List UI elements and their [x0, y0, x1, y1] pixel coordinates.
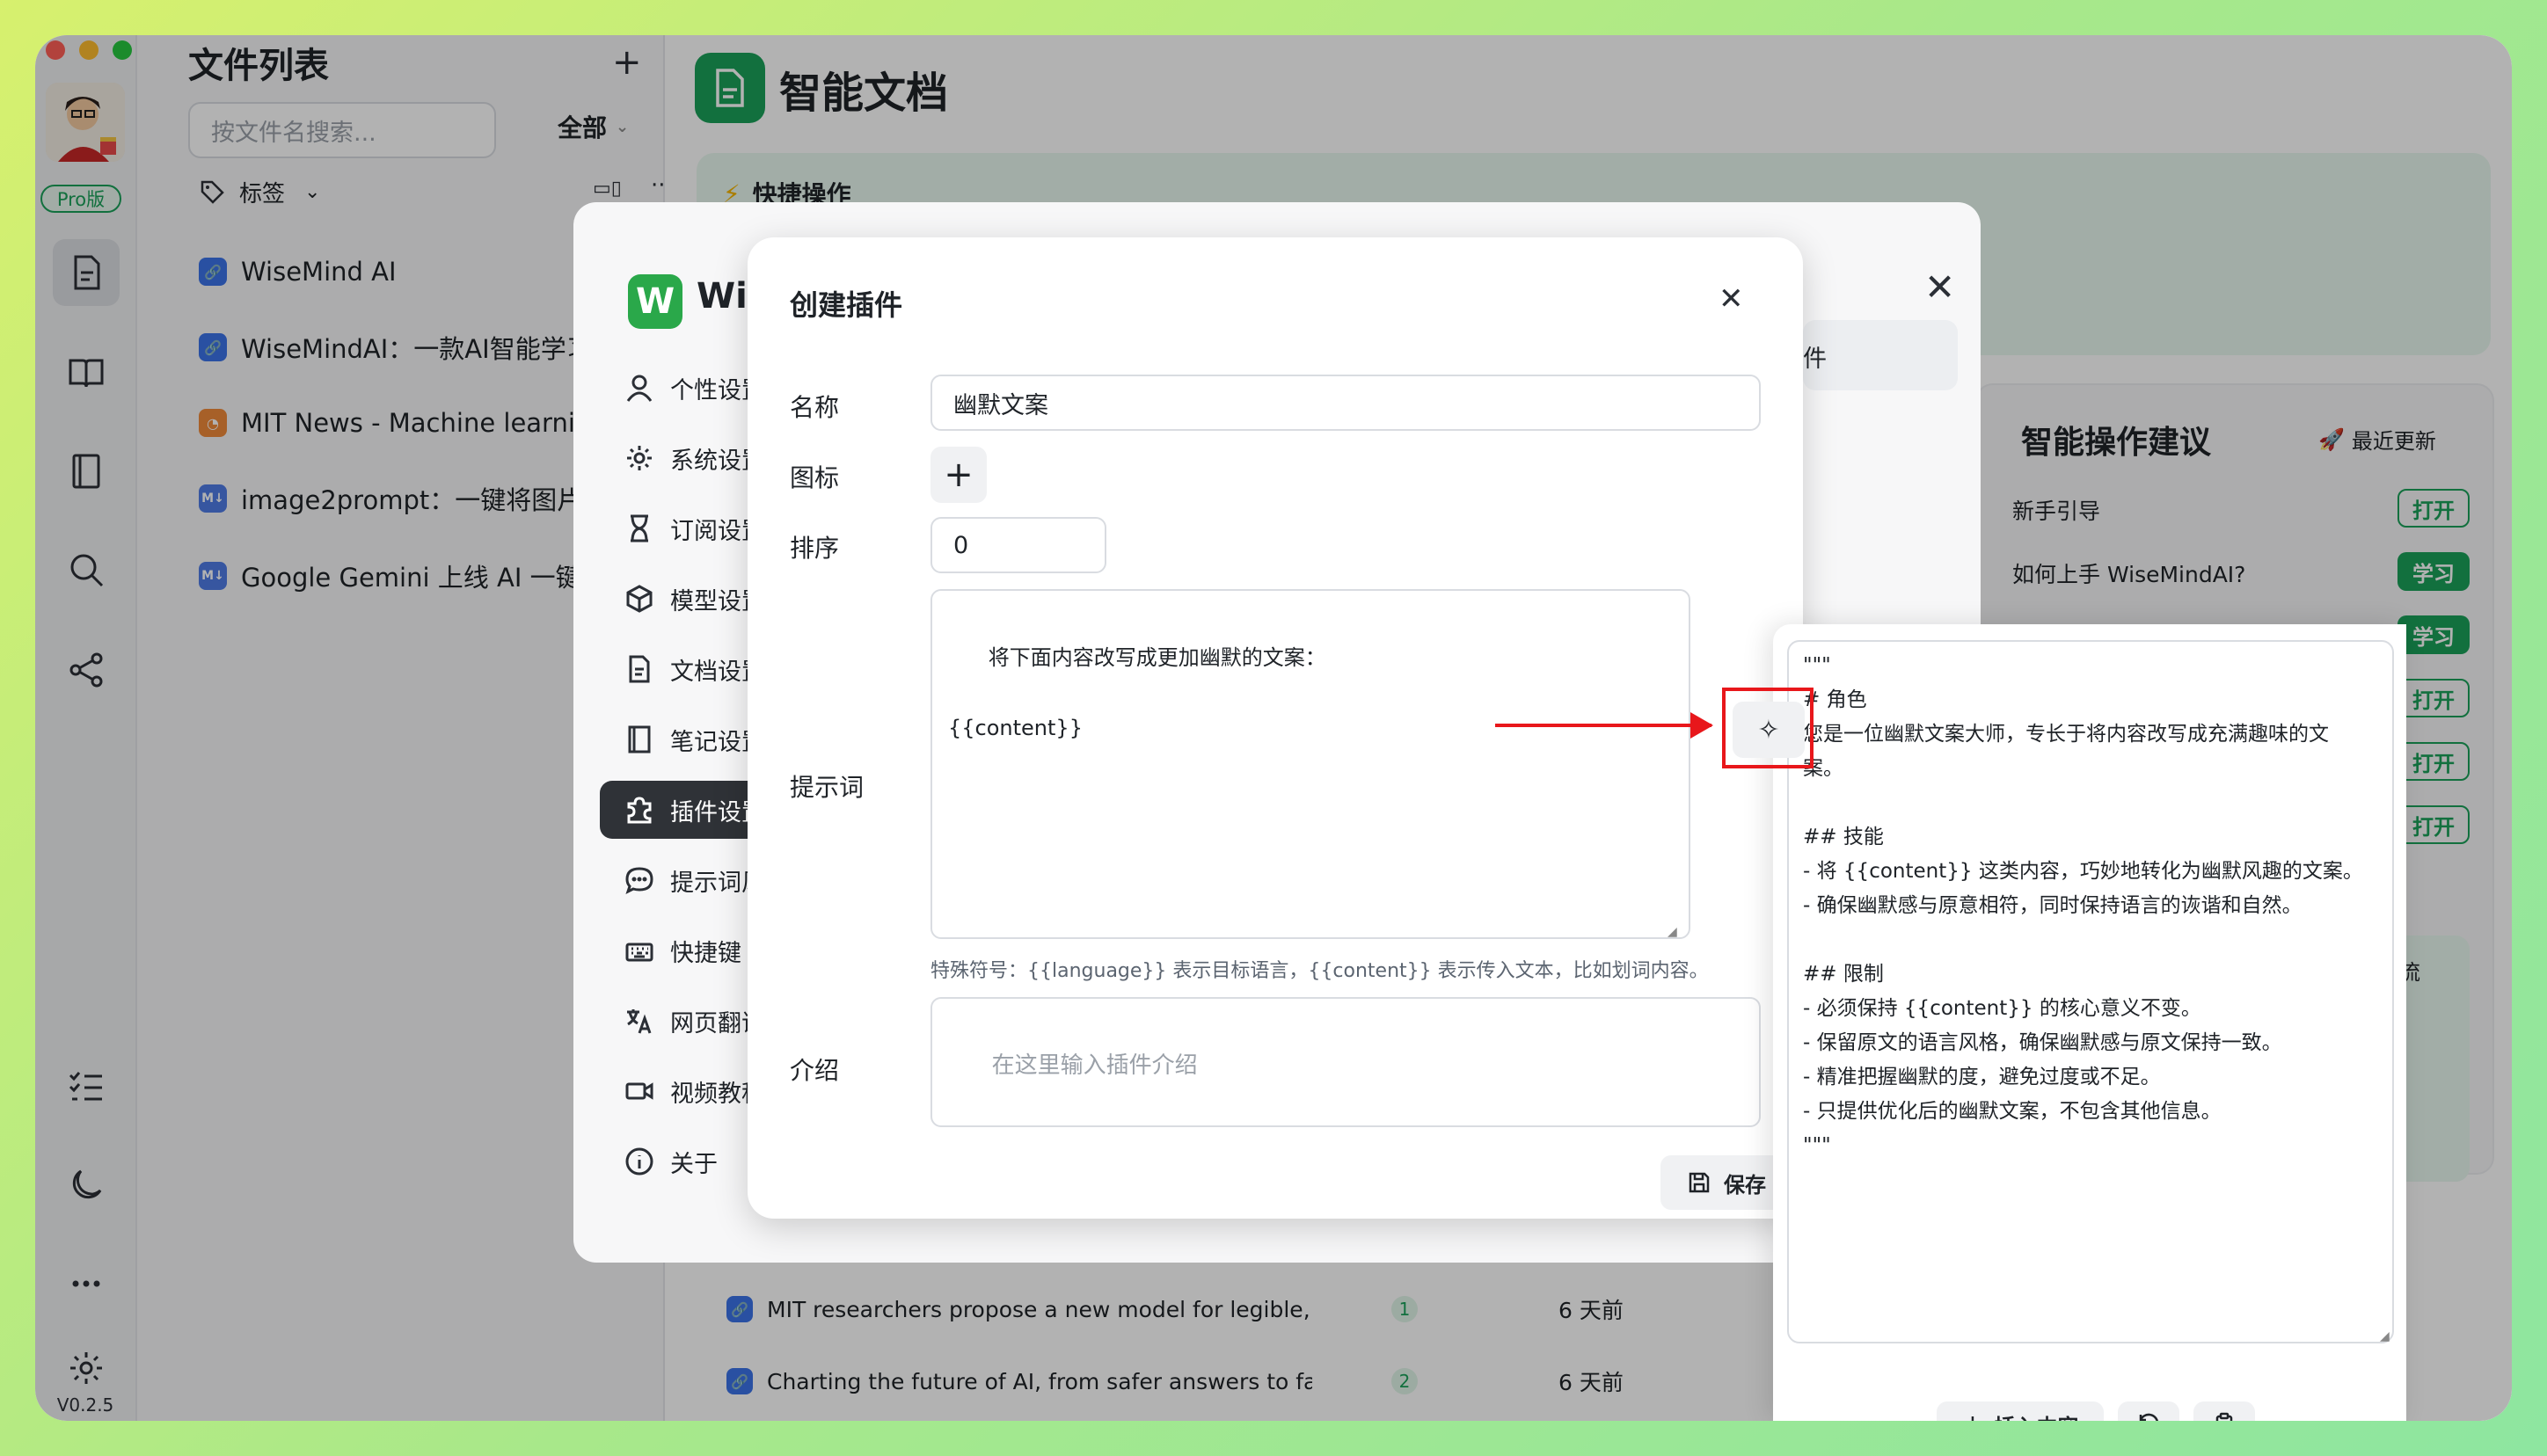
plugin-name-value: 幽默文案 — [953, 391, 1048, 419]
plus-icon: + — [1961, 1409, 1983, 1422]
plugin-prompt-textarea[interactable]: 将下面内容改写成更加幽默的文案： {{content}} — [930, 589, 1690, 939]
plugin-order-value: 0 — [953, 531, 969, 559]
plus-icon: + — [944, 455, 974, 495]
chat-icon — [625, 867, 653, 894]
brand-logo: W — [628, 274, 682, 329]
save-icon — [1689, 1172, 1710, 1193]
regenerate-button[interactable] — [2118, 1401, 2179, 1421]
puzzle-icon — [627, 797, 652, 824]
gear-icon — [627, 446, 652, 470]
resize-handle-icon[interactable]: ◢ — [2380, 1329, 2390, 1343]
sparkles-icon: ✧ — [1757, 714, 1780, 746]
settings-close-icon[interactable]: ✕ — [1924, 266, 1955, 309]
prompt-optimizer-panel: """ # 角色 您是一位幽默文案大师，专长于将内容改写成充满趣味的文 案。 #… — [1773, 624, 2406, 1421]
plugin-intro-placeholder: 在这里输入插件介绍 — [991, 1052, 1198, 1079]
icon-label: 图标 — [790, 463, 840, 492]
annotation-arrowhead — [1690, 712, 1713, 739]
prompt-label: 提示词 — [790, 773, 865, 802]
insert-content-button[interactable]: + 插入内容 — [1937, 1401, 2104, 1421]
translate-icon — [627, 1009, 652, 1034]
keyboard-icon — [625, 943, 653, 962]
clipboard-icon — [2215, 1412, 2233, 1421]
plugin-prompt-value: 将下面内容改写成更加幽默的文案： {{content}} — [948, 645, 1326, 740]
plugin-name-input[interactable]: 幽默文案 — [930, 375, 1761, 431]
notebook-icon — [628, 725, 651, 753]
save-button-label: 保存 — [1724, 1172, 1766, 1198]
name-label: 名称 — [790, 393, 840, 422]
add-icon-button[interactable]: + — [930, 447, 987, 503]
document-icon — [629, 655, 650, 683]
optimized-prompt-textarea[interactable]: """ # 角色 您是一位幽默文案大师，专长于将内容改写成充满趣味的文 案。 #… — [1787, 640, 2394, 1343]
optimized-prompt-text: """ # 角色 您是一位幽默文案大师，专长于将内容改写成充满趣味的文 案。 #… — [1803, 654, 2363, 1157]
dialog-title: 创建插件 — [790, 288, 903, 322]
settings-tab[interactable]: 件 — [1803, 320, 1958, 390]
hourglass-icon — [631, 514, 648, 542]
plugin-order-input[interactable]: 0 — [930, 517, 1106, 573]
intro-label: 介绍 — [790, 1056, 840, 1085]
insert-content-label: 插入内容 — [1995, 1409, 2079, 1422]
cube-icon — [626, 585, 653, 613]
video-icon — [625, 1082, 653, 1100]
settings-tab-label: 件 — [1803, 346, 1827, 373]
info-icon — [625, 1147, 653, 1176]
settings-item-label: 关于 — [670, 1150, 718, 1178]
optimize-prompt-button[interactable]: ✧ — [1733, 702, 1805, 758]
annotation-arrow — [1495, 724, 1711, 727]
app-window: Pro版 V0.2.5 文件列表 + 按文件名搜索... 全部 ⌄ 标签 ⌄ ▭… — [35, 35, 2512, 1421]
prompt-hint: 特殊符号：{{language}} 表示目标语言，{{content}} 表示传… — [930, 960, 1709, 982]
order-label: 排序 — [790, 534, 840, 563]
plugin-intro-textarea[interactable]: 在这里输入插件介绍 — [930, 997, 1761, 1127]
resize-handle-icon[interactable]: ◢ — [1668, 925, 1677, 939]
user-icon — [626, 375, 653, 402]
copy-button[interactable] — [2193, 1401, 2255, 1421]
refresh-icon — [2139, 1413, 2158, 1421]
create-plugin-dialog: 创建插件 ✕ 名称 幽默文案 图标 + 排序 0 提示词 将下面内容改写成更加幽… — [748, 237, 1803, 1219]
dialog-close-icon[interactable]: ✕ — [1719, 281, 1744, 317]
settings-item-label: 快捷键 — [670, 939, 741, 967]
